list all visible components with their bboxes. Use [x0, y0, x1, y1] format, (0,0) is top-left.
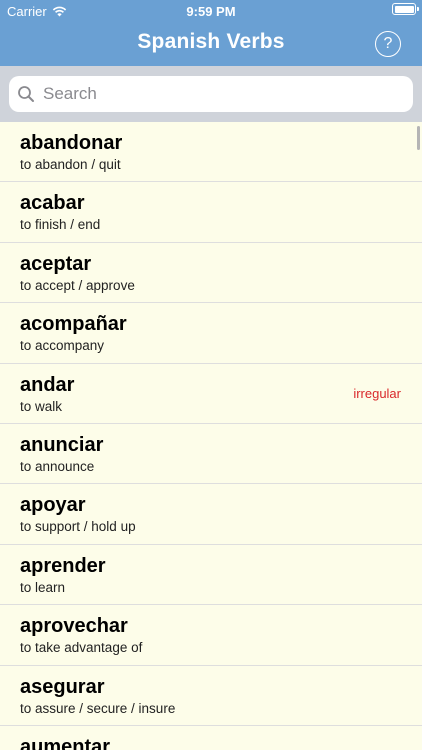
verb-title: abandonar — [20, 132, 123, 154]
search-bar — [0, 66, 422, 122]
search-box[interactable] — [9, 76, 413, 112]
verb-row[interactable]: apoyar to support / hold up — [0, 484, 422, 545]
verb-title: aumentar — [20, 735, 111, 750]
verb-row[interactable]: aumentar — [0, 726, 422, 750]
verb-meaning: to announce — [20, 458, 95, 474]
help-icon: ? — [383, 35, 393, 52]
verb-row[interactable]: aceptar to accept / approve — [0, 243, 422, 304]
verb-row[interactable]: abandonar to abandon / quit — [0, 122, 422, 183]
battery-icon — [392, 3, 419, 15]
verb-meaning: to accompany — [20, 338, 105, 354]
status-bar: Carrier 9:59 PM — [0, 0, 422, 22]
verb-meaning: to assure / secure / insure — [20, 700, 176, 716]
verb-meaning: to abandon / quit — [20, 157, 121, 172]
verb-row[interactable]: asegurar to assure / secure / insure — [0, 666, 422, 726]
verb-title: acabar — [20, 192, 85, 215]
verb-meaning: to learn — [20, 579, 66, 595]
page-title: Spanish Verbs — [137, 30, 285, 53]
verb-title: aprender — [20, 554, 106, 577]
verb-meaning: to accept / approve — [20, 277, 135, 293]
verb-row[interactable]: andar to walk irregular — [0, 364, 422, 424]
verb-title: aprovechar — [20, 615, 128, 638]
verb-title: anunciar — [20, 433, 104, 456]
verb-row[interactable]: acabar to finish / end — [0, 182, 422, 243]
search-icon — [18, 86, 34, 102]
app-header: Carrier 9:59 PM Spanish Verbs ? — [0, 0, 422, 66]
verb-meaning: to walk — [20, 398, 63, 414]
help-button[interactable]: ? — [375, 31, 401, 57]
verb-title: asegurar — [20, 675, 105, 698]
search-input[interactable] — [43, 84, 403, 104]
irregular-badge: irregular — [353, 385, 401, 401]
verb-row[interactable]: aprovechar to take advantage of — [0, 605, 422, 666]
verb-meaning: to support / hold up — [20, 519, 136, 535]
verb-row[interactable]: anunciar to announce — [0, 424, 422, 485]
verb-title: acompañar — [20, 313, 127, 336]
verb-title: andar — [20, 373, 75, 396]
verb-meaning: to take advantage of — [20, 640, 143, 656]
verb-title: aceptar — [20, 252, 92, 275]
scroll-indicator[interactable] — [417, 126, 420, 150]
status-time: 9:59 PM — [186, 4, 236, 19]
verb-list: abandonar to abandon / quit acabar to finis… — [0, 122, 422, 750]
verb-row[interactable]: acompañar to accompany — [0, 303, 422, 364]
verb-meaning: to finish / end — [20, 217, 101, 233]
verb-row[interactable]: aprender to learn — [0, 545, 422, 606]
verb-title: apoyar — [20, 494, 86, 517]
